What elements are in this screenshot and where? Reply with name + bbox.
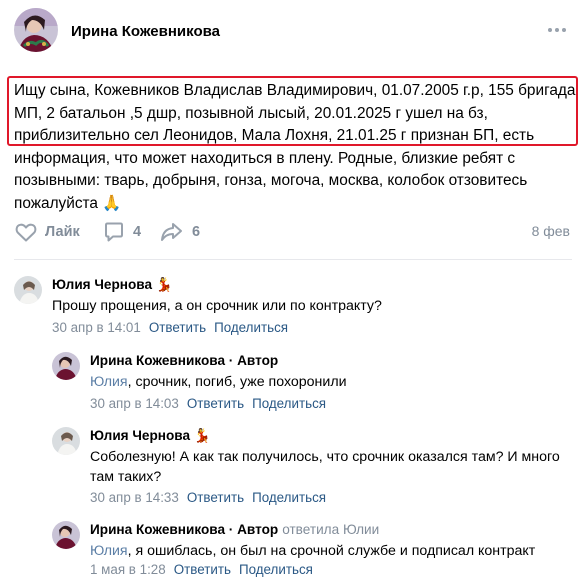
comment-body: , срочник, погиб, уже похоронили — [127, 374, 347, 390]
comment-reply: Ирина Кожевникова · Автор ответила Юлии Ю… — [52, 521, 572, 580]
post-author-name[interactable]: Ирина Кожевникова — [71, 23, 220, 40]
comment-author[interactable]: Юлия Чернова — [52, 277, 152, 292]
commenter-avatar[interactable] — [52, 427, 80, 455]
comment-header: Ирина Кожевникова · Автор ответила Юлии — [90, 522, 379, 537]
post-text: Ищу сына, Кожевников Владислав Владимиро… — [14, 82, 576, 212]
comment-meta: 30 апр в 14:01 Ответить Поделиться — [52, 320, 288, 335]
share-comment-button[interactable]: Поделиться — [252, 490, 326, 505]
post-actions: Лайк 4 6 8 фев — [14, 220, 574, 244]
author-emoji: 💃 — [155, 277, 173, 292]
replied-to[interactable]: ответила Юлии — [282, 522, 379, 537]
like-label: Лайк — [45, 224, 80, 240]
comment: Юлия Чернова 💃 Прошу прощения, а он сроч… — [14, 276, 574, 338]
comment-date[interactable]: 30 апр в 14:33 — [90, 490, 179, 505]
author-role: · Автор — [225, 522, 279, 537]
comment-author[interactable]: Ирина Кожевникова — [90, 353, 225, 368]
comment-text: Юлия, я ошиблась, он был на срочной служ… — [90, 541, 535, 561]
reply-button[interactable]: Ответить — [187, 490, 244, 505]
comment-reply: Ирина Кожевникова · Автор Юлия, срочник,… — [52, 352, 572, 414]
share-icon — [159, 220, 185, 244]
share-comment-button[interactable]: Поделиться — [252, 396, 326, 411]
addressee-link[interactable]: Юлия — [90, 543, 128, 559]
comment-header: Ирина Кожевникова · Автор — [90, 353, 278, 368]
comment-icon — [102, 220, 126, 244]
comments-count: 4 — [133, 224, 142, 240]
commenter-avatar[interactable] — [52, 352, 80, 380]
post-header: Ирина Кожевникова — [14, 8, 574, 56]
commenter-avatar[interactable] — [52, 521, 80, 549]
comment-meta: 1 мая в 1:28 Ответить Поделиться — [90, 562, 313, 577]
heart-icon — [14, 221, 38, 243]
more-icon[interactable] — [546, 18, 568, 38]
shares-count: 6 — [192, 224, 201, 240]
reply-button[interactable]: Ответить — [187, 396, 244, 411]
comment-text: Прошу прощения, а он срочник или по конт… — [52, 298, 382, 314]
reply-button[interactable]: Ответить — [149, 320, 206, 335]
share-comment-button[interactable]: Поделиться — [239, 562, 313, 577]
divider — [14, 259, 572, 260]
reply-button[interactable]: Ответить — [174, 562, 231, 577]
comment-author[interactable]: Юлия Чернова — [90, 428, 190, 443]
comment-header: Юлия Чернова 💃 — [52, 277, 173, 293]
addressee-link[interactable]: Юлия — [90, 374, 128, 390]
comment-meta: 30 апр в 14:03 Ответить Поделиться — [90, 396, 326, 411]
commenter-avatar[interactable] — [14, 276, 42, 304]
share-button[interactable]: 6 — [159, 220, 200, 244]
comments-button[interactable]: 4 — [102, 220, 141, 244]
comment-header: Юлия Чернова 💃 — [90, 428, 211, 444]
comment-text-line-2: там таких? — [90, 469, 162, 485]
comment-meta: 30 апр в 14:33 Ответить Поделиться — [90, 490, 326, 505]
comment-date[interactable]: 1 мая в 1:28 — [90, 562, 166, 577]
comment-text-line-1: Соболезную! А как так получилось, что ср… — [90, 449, 560, 465]
comment-reply: Юлия Чернова 💃 Соболезную! А как так пол… — [52, 427, 572, 507]
share-comment-button[interactable]: Поделиться — [214, 320, 288, 335]
comment-date[interactable]: 30 апр в 14:03 — [90, 396, 179, 411]
post-date[interactable]: 8 фев — [532, 223, 570, 239]
like-button[interactable]: Лайк — [14, 220, 80, 244]
comment-author[interactable]: Ирина Кожевникова — [90, 522, 225, 537]
author-emoji: 💃 — [193, 428, 211, 443]
author-avatar[interactable] — [14, 8, 58, 52]
comment-date[interactable]: 30 апр в 14:01 — [52, 320, 141, 335]
comment-text: Юлия, срочник, погиб, уже похоронили — [90, 372, 347, 392]
comment-body: , я ошиблась, он был на срочной службе и… — [127, 543, 536, 559]
author-role: · Автор — [225, 353, 279, 368]
